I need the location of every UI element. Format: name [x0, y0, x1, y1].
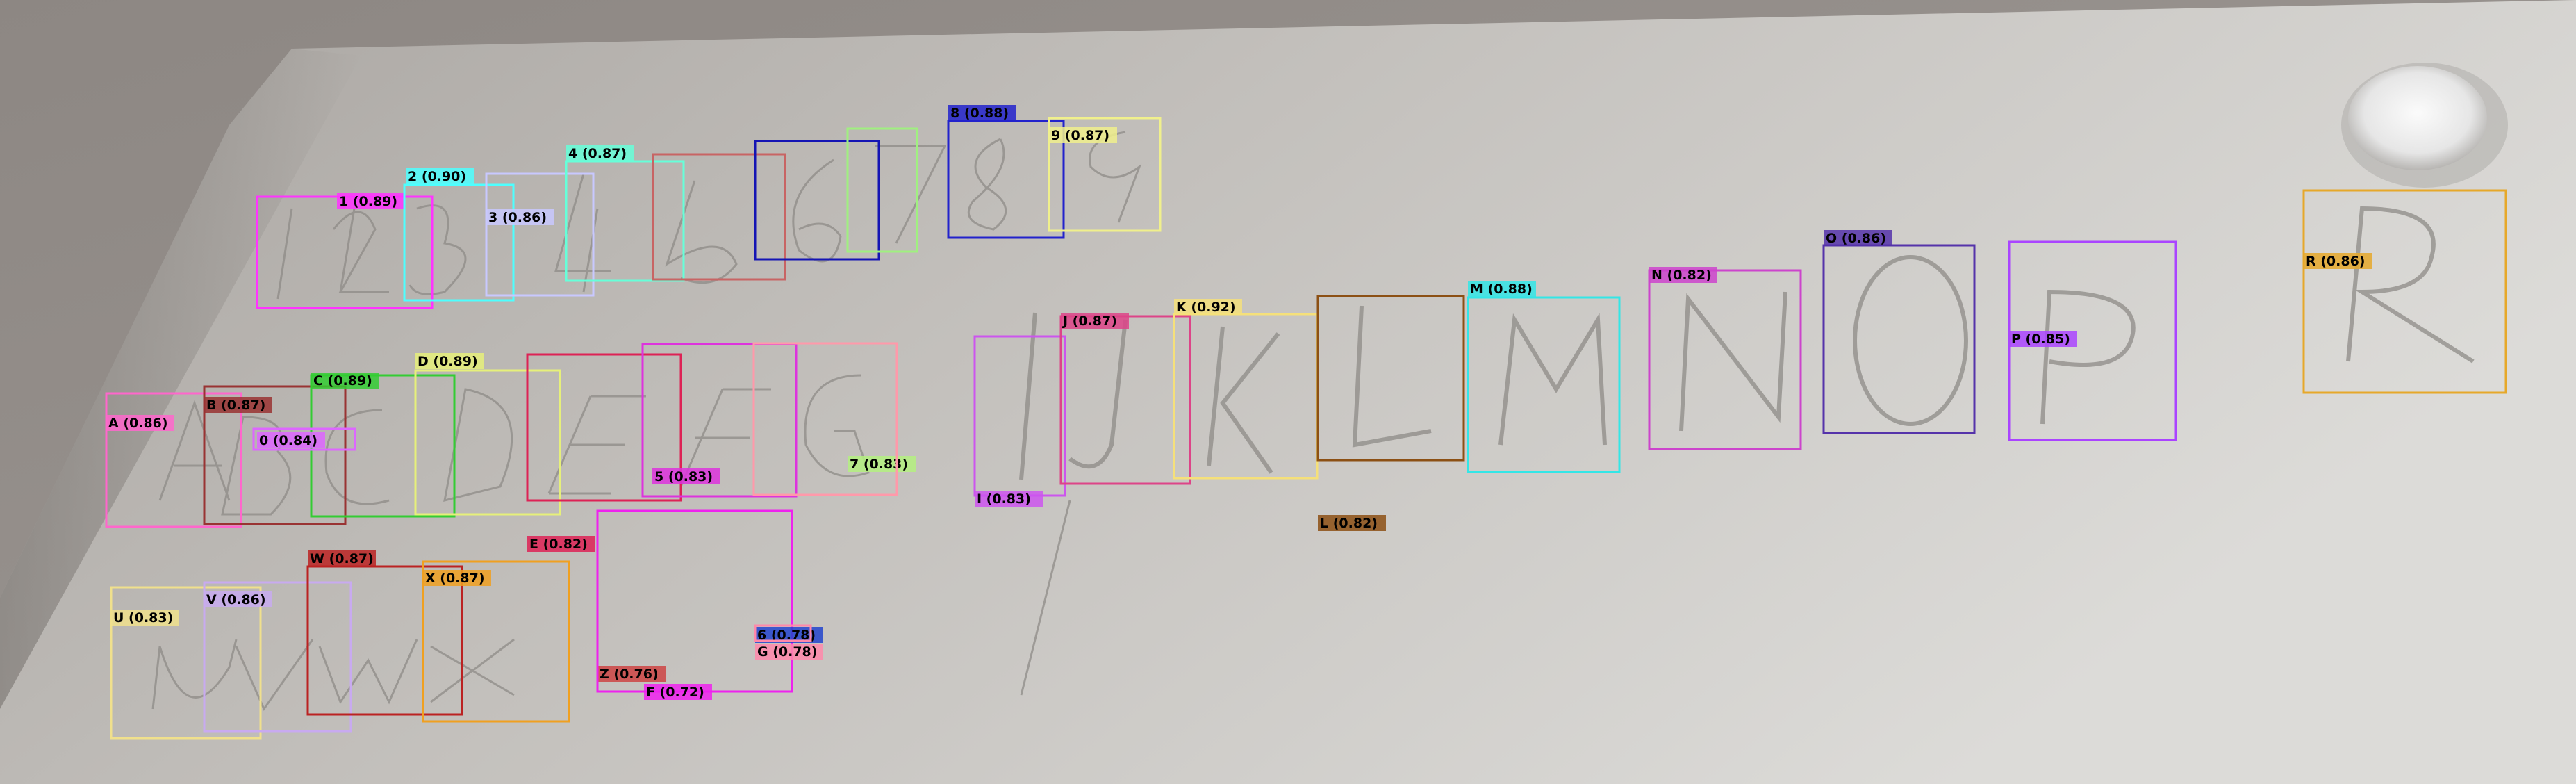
detection-label: 4 (0.87) [566, 145, 634, 161]
detection-label: C (0.89) [311, 373, 379, 389]
detection-label: V (0.86) [204, 591, 272, 607]
detection-label-text: A (0.86) [108, 416, 168, 431]
detection-label: P (0.85) [2009, 331, 2077, 347]
detection-label-text: F (0.72) [646, 685, 704, 700]
detection-label: O (0.86) [1824, 230, 1892, 246]
detection-label-text: 7 (0.83) [850, 457, 908, 472]
photo-scene: 1 (0.89) 2 (0.90) 3 (0.86) 4 (0.87) 8 (0.88)… [0, 0, 2576, 784]
detection-label-text: Z (0.76) [600, 667, 659, 682]
detection-label-text: 1 (0.89) [339, 194, 397, 209]
detection-label-text: K (0.92) [1176, 300, 1236, 315]
detection-label: N (0.82) [1649, 267, 1717, 283]
background-panel [0, 0, 2576, 784]
detection-label-text: M (0.88) [1470, 281, 1533, 297]
detection-label: A (0.86) [106, 415, 174, 431]
detection-label: 3 (0.86) [486, 209, 554, 225]
detection-label-text: 4 (0.87) [568, 146, 627, 161]
detection-label: L (0.82) [1318, 515, 1386, 531]
detection-label: 7 (0.83) [848, 456, 916, 472]
detection-label-text: B (0.87) [206, 398, 265, 413]
detection-label-text: G (0.78) [757, 644, 817, 660]
detection-label: X (0.87) [423, 570, 491, 586]
detection-label: 9 (0.87) [1049, 127, 1117, 143]
detection-label-text: 0 (0.84) [259, 433, 317, 448]
detection-label: D (0.89) [415, 353, 484, 369]
detection-label-text: 8 (0.88) [950, 106, 1009, 121]
detection-label-text: X (0.87) [425, 571, 485, 586]
detection-label: G (0.78) [755, 644, 823, 660]
detection-label-text: L (0.82) [1320, 516, 1378, 531]
detection-label: K (0.92) [1174, 299, 1242, 315]
detection-label-text: D (0.89) [418, 354, 478, 369]
detection-label: U (0.83) [111, 610, 179, 626]
detection-label-text: I (0.83) [977, 491, 1031, 507]
detection-label: Z (0.76) [597, 666, 666, 682]
detection-label: 1 (0.89) [337, 193, 405, 209]
detection-label-text: U (0.83) [113, 610, 173, 626]
detection-label-text: W (0.87) [310, 551, 374, 566]
detection-label: W (0.87) [308, 550, 376, 566]
detection-label-text: O (0.86) [1826, 231, 1886, 246]
detection-label-text: R (0.86) [2306, 254, 2366, 269]
detection-label-text: C (0.89) [313, 373, 372, 389]
detection-label: F (0.72) [644, 684, 712, 700]
detection-label: M (0.88) [1468, 281, 1536, 297]
detection-label-text: E (0.82) [529, 537, 588, 552]
detection-label: I (0.83) [975, 491, 1043, 507]
detection-label: R (0.86) [2304, 253, 2372, 269]
detection-label: 8 (0.88) [948, 105, 1016, 121]
detection-label-text: P (0.85) [2011, 332, 2070, 347]
detection-label: 2 (0.90) [406, 168, 474, 184]
detection-label-text: J (0.87) [1062, 313, 1117, 329]
detection-label-text: 3 (0.86) [488, 210, 547, 225]
detection-label: E (0.82) [527, 536, 595, 552]
detection-label: 5 (0.83) [652, 468, 720, 484]
detection-label: B (0.87) [204, 397, 272, 413]
detection-label-text: 2 (0.90) [408, 169, 466, 184]
detection-label: 0 (0.84) [257, 432, 325, 448]
detection-label-text: V (0.86) [206, 592, 266, 607]
detection-label-text: N (0.82) [1651, 268, 1712, 283]
detection-label-text: 9 (0.87) [1051, 128, 1109, 143]
detection-label-text: 5 (0.83) [654, 469, 713, 484]
knob-decoration [2341, 63, 2508, 188]
detection-label: J (0.87) [1061, 313, 1129, 329]
